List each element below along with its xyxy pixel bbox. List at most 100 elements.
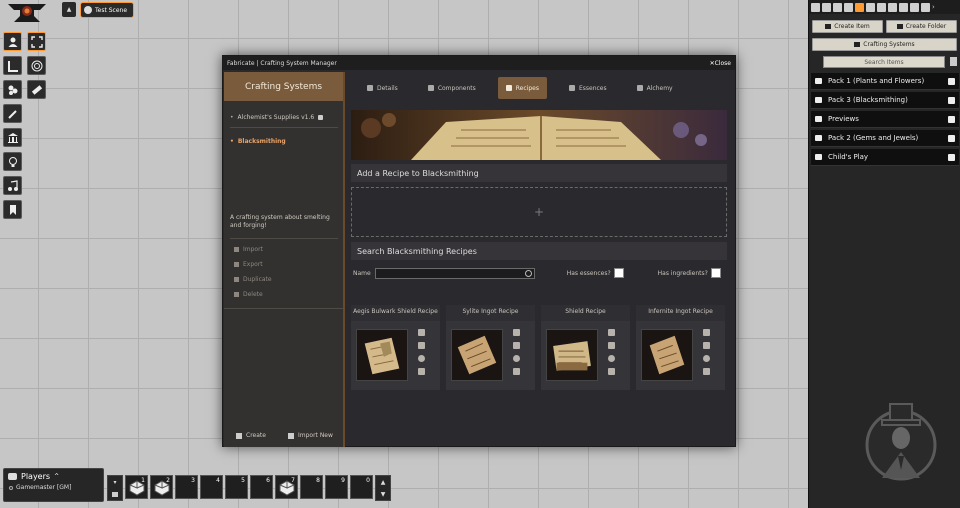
macro-slot[interactable]: 0 <box>350 475 373 499</box>
anvil-logo-icon[interactable] <box>4 0 50 26</box>
clear-search-icon[interactable] <box>524 269 532 277</box>
delete-action[interactable]: Delete <box>234 291 263 298</box>
recipe-card[interactable]: Shield Recipe <box>541 305 630 390</box>
tab-components[interactable]: Components <box>420 77 484 99</box>
export-action[interactable]: Export <box>234 261 263 268</box>
chat-tab-icon[interactable] <box>811 2 820 12</box>
scenes-tab-icon[interactable] <box>833 2 842 12</box>
crafting-systems-sidebar: Crafting Systems • Alchemist's Supplies … <box>224 72 345 447</box>
ruler-icon[interactable] <box>27 80 46 99</box>
edit-icon[interactable] <box>608 329 615 336</box>
target-icon[interactable] <box>27 56 46 75</box>
macro-slot[interactable]: 7 <box>275 475 298 499</box>
disable-icon[interactable] <box>513 355 520 362</box>
import-action[interactable]: Import <box>234 246 263 253</box>
notes-icon[interactable] <box>3 200 22 219</box>
import-new-button[interactable]: Import New <box>288 432 333 439</box>
select-tool-icon[interactable] <box>27 32 46 51</box>
name-search-input[interactable] <box>374 267 535 279</box>
hotbar-page-control[interactable]: ▲ ▼ <box>375 475 391 501</box>
macro-slot[interactable]: 6 <box>250 475 273 499</box>
walls-icon[interactable] <box>3 128 22 147</box>
edit-icon[interactable] <box>513 329 520 336</box>
close-button[interactable]: ✕Close <box>710 60 731 67</box>
copy-icon[interactable] <box>608 368 615 375</box>
token-controls-icon[interactable] <box>3 32 22 51</box>
hotbar-controls[interactable]: ▾ <box>107 475 123 501</box>
create-folder-button[interactable]: Create Folder <box>886 20 957 33</box>
folder-item[interactable]: Pack 1 (Plants and Flowers) <box>811 73 959 90</box>
copy-icon[interactable] <box>703 368 710 375</box>
macro-slot[interactable]: 5 <box>225 475 248 499</box>
playlists-tab-icon[interactable] <box>899 2 908 12</box>
folder-item[interactable]: Pack 2 (Gems and Jewels) <box>811 130 959 147</box>
cards-tab-icon[interactable] <box>888 2 897 12</box>
has-essences-checkbox[interactable] <box>613 268 624 278</box>
dice-icon <box>129 480 145 496</box>
arrow-up-icon: ▲ <box>380 478 386 486</box>
tab-essences[interactable]: Essences <box>561 77 615 99</box>
copy-icon[interactable] <box>418 368 425 375</box>
macro-slot[interactable]: 4 <box>200 475 223 499</box>
actors-tab-icon[interactable] <box>844 2 853 12</box>
macro-slot[interactable]: 1 <box>125 475 148 499</box>
tiles-icon[interactable] <box>3 80 22 99</box>
compendium-tab-icon[interactable] <box>910 2 919 12</box>
tab-recipes[interactable]: Recipes <box>497 77 547 99</box>
macro-slot[interactable]: 8 <box>300 475 323 499</box>
combat-tab-icon[interactable] <box>822 2 831 12</box>
main-content: Details Components Recipes Essences Alch… <box>347 72 735 446</box>
trash-icon[interactable] <box>418 342 425 349</box>
edit-icon[interactable] <box>703 329 710 336</box>
trash-icon[interactable] <box>513 342 520 349</box>
tables-tab-icon[interactable] <box>877 2 886 12</box>
sound-icon[interactable] <box>3 176 22 195</box>
folder-item[interactable]: Pack 3 (Blacksmithing) <box>811 92 959 109</box>
recipe-card[interactable]: Infernite Ingot Recipe <box>636 305 725 390</box>
folder-item[interactable]: Previews <box>811 111 959 128</box>
window-header[interactable]: Fabricate | Crafting System Manager ✕Clo… <box>223 56 735 70</box>
trash-icon[interactable] <box>703 342 710 349</box>
create-system-button[interactable]: Create <box>236 432 266 439</box>
recipes-icon <box>505 85 512 91</box>
create-item-button[interactable]: Create Item <box>812 20 883 33</box>
journal-tab-icon[interactable] <box>866 2 875 12</box>
settings-tab-icon[interactable] <box>921 2 930 12</box>
items-tab-icon[interactable] <box>855 2 864 12</box>
system-item-blacksmithing[interactable]: • Blacksmithing <box>230 138 286 145</box>
measure-controls-icon[interactable] <box>3 56 22 75</box>
drawing-icon[interactable] <box>3 104 22 123</box>
folder-item[interactable]: Child's Play <box>811 149 959 166</box>
scene-tab[interactable]: Test Scene <box>80 2 135 18</box>
has-ingredients-checkbox[interactable] <box>710 268 721 278</box>
tab-alchemy[interactable]: Alchemy <box>629 77 681 99</box>
divider <box>230 127 338 128</box>
disable-icon[interactable] <box>703 355 710 362</box>
duplicate-action[interactable]: Duplicate <box>234 276 272 283</box>
folder-icon <box>815 78 822 84</box>
players-header[interactable]: Players ^ <box>4 469 103 484</box>
sidebar-heading: Crafting Systems <box>224 72 343 101</box>
recipe-filter-row: Name Has essences? Has ingredients? <box>351 266 727 280</box>
recipe-dropzone[interactable]: + <box>351 187 727 237</box>
sort-icon[interactable] <box>950 57 957 66</box>
chevron-up-icon[interactable]: ^ <box>54 473 59 480</box>
copy-icon[interactable] <box>513 368 520 375</box>
tab-details[interactable]: Details <box>359 77 406 99</box>
dice-icon <box>279 480 295 496</box>
macro-slot[interactable]: 3 <box>175 475 198 499</box>
recipe-card[interactable]: Aegis Bulwark Shield Recipe <box>351 305 440 390</box>
crafting-systems-button[interactable]: Crafting Systems <box>812 38 957 51</box>
macro-slot[interactable]: 2 <box>150 475 173 499</box>
lighting-icon[interactable] <box>3 152 22 171</box>
search-items-input[interactable]: Search Items <box>823 56 945 68</box>
scene-nav-toggle[interactable]: ▲ <box>62 2 76 17</box>
recipe-card[interactable]: Sylite Ingot Recipe <box>446 305 535 390</box>
system-item-alchemists-supplies[interactable]: • Alchemist's Supplies v1.6 <box>230 114 324 121</box>
edit-icon[interactable] <box>418 329 425 336</box>
trash-icon[interactable] <box>608 342 615 349</box>
disable-icon[interactable] <box>418 355 425 362</box>
disable-icon[interactable] <box>608 355 615 362</box>
macro-slot[interactable]: 9 <box>325 475 348 499</box>
collapse-chevron-icon[interactable]: › <box>932 3 935 11</box>
